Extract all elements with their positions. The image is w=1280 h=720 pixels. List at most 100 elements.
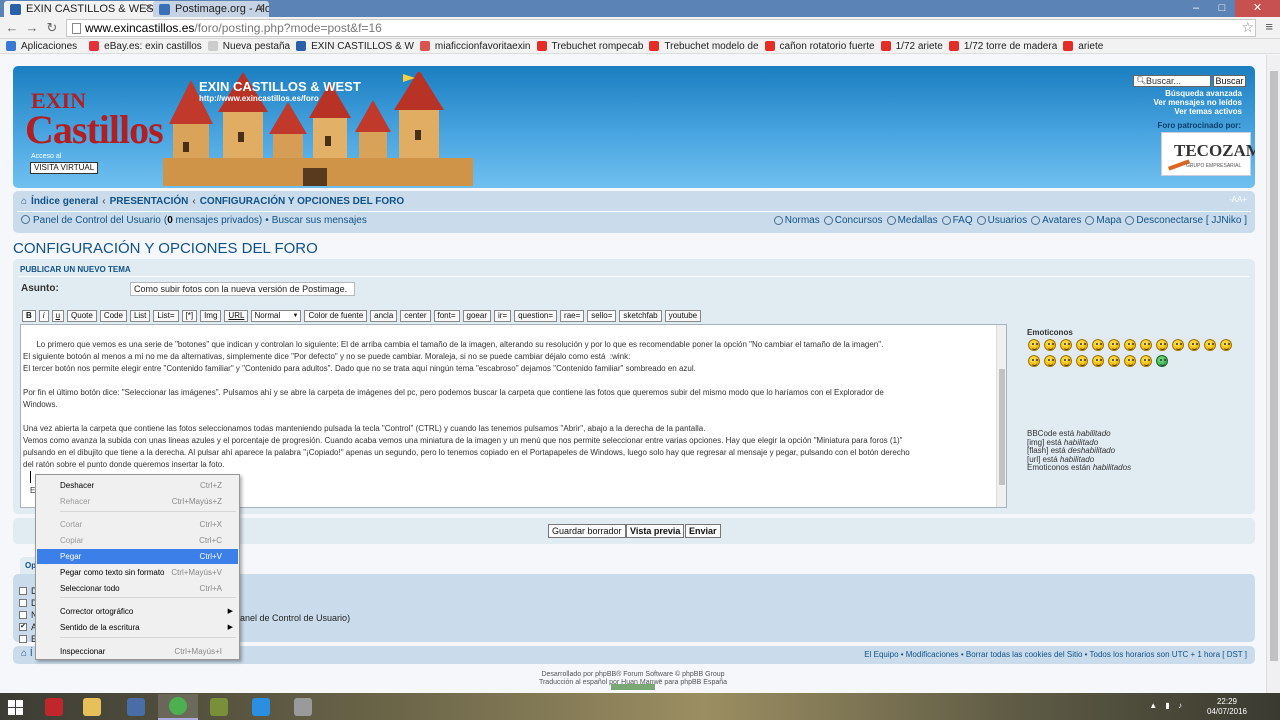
taskbar-app[interactable] xyxy=(34,694,74,720)
bookmark-item[interactable]: Aplicaciones xyxy=(6,39,77,53)
unread-posts-link[interactable]: Ver mensajes no leídos xyxy=(1154,98,1242,107)
smiley-icon[interactable] xyxy=(1060,355,1072,367)
bookmark-item[interactable]: eBay.es: exin castillos xyxy=(89,39,202,53)
bookmark-item[interactable]: Trebuchet modelo de xyxy=(649,39,759,53)
preview-button[interactable]: Vista previa xyxy=(626,524,685,538)
smiley-icon[interactable] xyxy=(1108,339,1120,351)
active-topics-link[interactable]: Ver temas activos xyxy=(1174,107,1242,116)
search-button[interactable]: Buscar xyxy=(1213,75,1246,87)
context-menu-item[interactable]: Pegar como texto sin formato Ctrl+Mayús+V xyxy=(37,565,238,580)
bbcode-button[interactable]: i xyxy=(38,310,49,322)
bookmark-item[interactable]: 1/72 torre de madera xyxy=(948,39,1057,53)
reload-icon[interactable]: ↻ xyxy=(44,20,60,36)
bbcode-button[interactable]: Img xyxy=(200,310,222,322)
subject-input[interactable]: Como subir fotos con la nueva versión de… xyxy=(130,282,355,296)
quick-link[interactable]: Medallas xyxy=(886,215,938,226)
bbcode-custom-button[interactable]: youtube xyxy=(664,310,702,322)
taskbar-app[interactable] xyxy=(116,694,156,720)
url-input[interactable]: www.exincastillos.es/foro/posting.php?mo… xyxy=(66,19,1256,37)
bbcode-custom-button[interactable]: question= xyxy=(514,310,558,322)
back-arrow-icon[interactable]: ← xyxy=(4,20,20,36)
smiley-icon[interactable] xyxy=(1124,339,1136,351)
taskbar-clock[interactable]: 22:29 04/07/2016 xyxy=(1207,697,1247,717)
bookmark-item[interactable]: Trebuchet rompecab xyxy=(536,39,643,53)
bbcode-button[interactable]: B xyxy=(22,310,36,322)
quick-link[interactable]: Usuarios xyxy=(976,215,1027,226)
bbcode-button[interactable]: Quote xyxy=(67,310,97,322)
checked-checkbox[interactable]: ✔ xyxy=(19,623,27,631)
crumb-presentacion[interactable]: PRESENTACIÓN xyxy=(110,196,189,207)
bbcode-button[interactable]: List= xyxy=(153,310,179,322)
font-size-select[interactable]: Normal xyxy=(251,310,302,322)
bbcode-button[interactable]: u xyxy=(51,310,65,322)
bbcode-button[interactable]: URL xyxy=(224,310,249,322)
smiley-icon[interactable] xyxy=(1028,339,1040,351)
smiley-icon[interactable] xyxy=(1028,355,1040,367)
context-menu-item[interactable]: Seleccionar todo Ctrl+A xyxy=(37,581,238,596)
textarea-scrollbar[interactable] xyxy=(996,325,1006,507)
bookmark-item[interactable]: Nueva pestaña xyxy=(207,39,290,53)
font-size-icon[interactable]: -AA+ xyxy=(1229,195,1247,204)
quick-link[interactable]: Avatares xyxy=(1031,215,1081,226)
ucp-link[interactable]: Panel de Control del Usuario xyxy=(33,215,161,226)
footer-links[interactable]: El Equipo • Modificaciones • Borrar toda… xyxy=(864,650,1247,659)
taskbar-app[interactable] xyxy=(72,694,112,720)
taskbar-app[interactable] xyxy=(158,694,198,720)
smiley-icon[interactable] xyxy=(1156,339,1168,351)
smiley-icon[interactable] xyxy=(1204,339,1216,351)
bbcode-custom-button[interactable]: goear xyxy=(462,310,491,322)
taskbar-app[interactable] xyxy=(199,694,239,720)
bbcode-button[interactable]: List xyxy=(129,310,151,322)
crumb-configuracion[interactable]: CONFIGURACIÓN Y OPCIONES DEL FORO xyxy=(200,196,404,207)
taskbar-app[interactable] xyxy=(283,694,323,720)
smiley-icon[interactable] xyxy=(1140,339,1152,351)
checkbox[interactable] xyxy=(19,611,27,619)
bookmark-item[interactable]: ariete xyxy=(1063,39,1103,53)
crumb-index[interactable]: Índice general xyxy=(31,196,98,207)
logo-castillos[interactable]: Castillos xyxy=(25,106,164,153)
site-url[interactable]: http://www.exincastillos.es/foro xyxy=(199,94,319,103)
checkbox[interactable] xyxy=(19,635,27,643)
quick-link[interactable]: Desconectarse [ JJNiko ] xyxy=(1125,215,1247,226)
browser-tab-postimage[interactable]: Postimage.org - Alojamie ✕ xyxy=(153,1,269,17)
search-input[interactable]: 🔍︎ Buscar... xyxy=(1133,75,1211,87)
context-menu-item[interactable]: Deshacer Ctrl+Z xyxy=(37,478,238,493)
context-menu-item[interactable]: Inspeccionar Ctrl+Mayús+I xyxy=(37,644,238,659)
tab-close-icon[interactable]: ✕ xyxy=(257,1,265,17)
smiley-icon[interactable] xyxy=(1220,339,1232,351)
sponsor-logo[interactable]: TECOZAM GRUPO EMPRESARIAL xyxy=(1161,132,1255,176)
bbcode-custom-button[interactable]: ir= xyxy=(493,310,512,322)
visita-virtual-button[interactable]: VISITA VIRTUAL xyxy=(30,162,99,174)
browser-tab-active[interactable]: EXIN CASTILLOS & WEST ✕ xyxy=(4,1,157,17)
bbcode-custom-button[interactable]: sello= xyxy=(587,310,617,322)
private-messages-link[interactable]: (0 mensajes privados) xyxy=(164,215,262,226)
bbcode-custom-button[interactable]: sketchfab xyxy=(619,310,662,322)
smiley-icon[interactable] xyxy=(1140,355,1152,367)
bookmark-item[interactable]: cañon rotatorio fuerte xyxy=(764,39,875,53)
browser-menu-icon[interactable]: ≡ xyxy=(1265,19,1273,34)
smiley-icon[interactable] xyxy=(1172,339,1184,351)
smiley-icon[interactable] xyxy=(1060,339,1072,351)
page-title[interactable]: CONFIGURACIÓN Y OPCIONES DEL FORO xyxy=(13,240,318,257)
bbcode-custom-button[interactable]: rae= xyxy=(560,310,585,322)
smiley-icon[interactable] xyxy=(1188,339,1200,351)
minimize-button[interactable]: – xyxy=(1183,0,1209,17)
footer-home-link[interactable]: ⌂ Í xyxy=(21,648,33,659)
context-menu-item[interactable]: Pegar Ctrl+V xyxy=(37,549,238,564)
bbcode-custom-button[interactable]: font= xyxy=(433,310,460,322)
bookmark-item[interactable]: 1/72 ariete xyxy=(880,39,943,53)
bookmark-item[interactable]: EXIN CASTILLOS & W xyxy=(296,39,414,53)
tab-close-icon[interactable]: ✕ xyxy=(145,1,153,17)
maximize-button[interactable]: □ xyxy=(1209,0,1235,17)
quick-link[interactable]: Normas xyxy=(773,215,820,226)
smiley-icon[interactable] xyxy=(1044,355,1056,367)
smiley-icon[interactable] xyxy=(1092,339,1104,351)
system-tray[interactable]: ▲ ▮ ♪ xyxy=(1149,701,1185,710)
submit-button[interactable]: Enviar xyxy=(685,524,721,538)
smiley-icon[interactable] xyxy=(1076,355,1088,367)
page-scrollbar[interactable] xyxy=(1266,55,1280,695)
bbcode-custom-button[interactable]: Color de fuente xyxy=(304,310,368,322)
advanced-search-link[interactable]: Búsqueda avanzada xyxy=(1165,89,1242,98)
save-draft-button[interactable]: Guardar borrador xyxy=(548,524,626,538)
quick-link[interactable]: Concursos xyxy=(823,215,883,226)
